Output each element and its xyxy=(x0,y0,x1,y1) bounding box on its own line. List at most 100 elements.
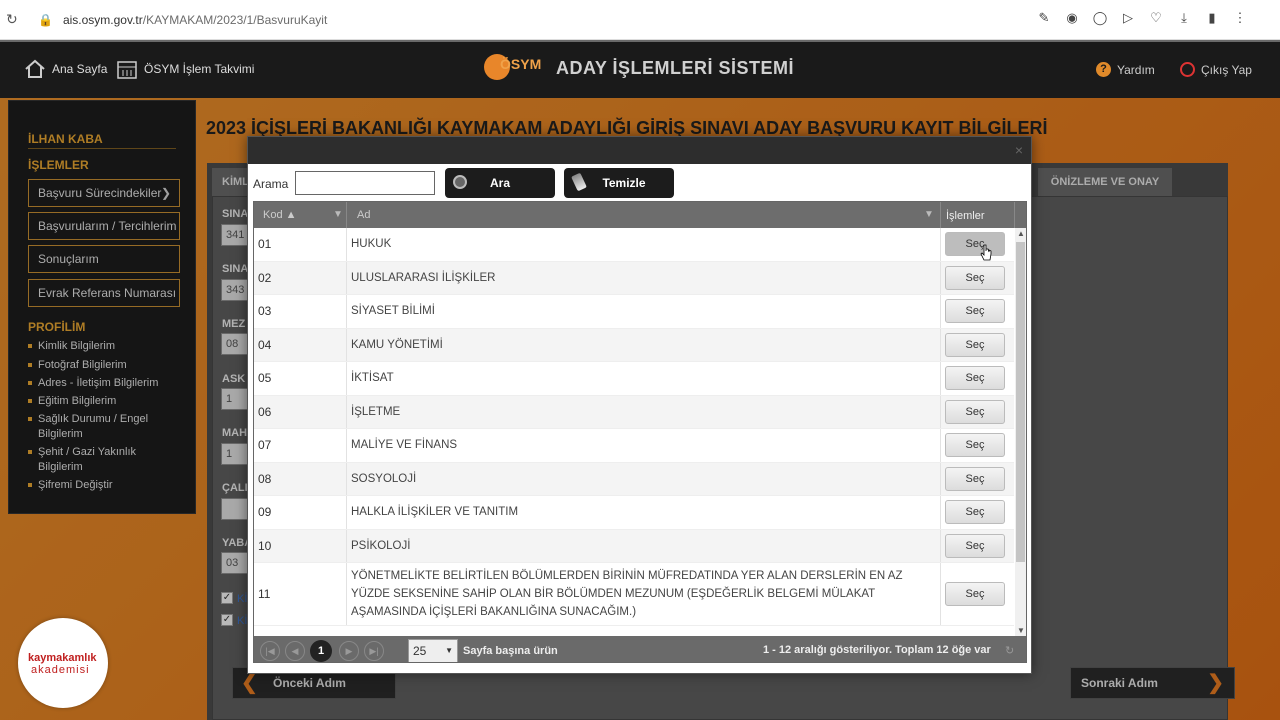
calendar-icon xyxy=(117,61,137,79)
close-icon[interactable]: × xyxy=(1015,142,1023,158)
scrollbar-thumb[interactable] xyxy=(1016,242,1025,562)
row-name: KAMU YÖNETİMİ xyxy=(351,338,443,351)
edit-icon[interactable]: ✎ xyxy=(1036,10,1052,26)
power-icon xyxy=(1180,62,1195,77)
row-code: 04 xyxy=(258,337,272,352)
filter-icon[interactable]: ▼ xyxy=(924,209,934,220)
column-islemler: İşlemler xyxy=(946,210,985,222)
table-row: 08 SOSYOLOJİ Seç xyxy=(254,462,1014,496)
column-ad[interactable]: Ad xyxy=(357,209,370,221)
dropdown-arrow-icon: ▼ xyxy=(445,646,453,655)
select-button[interactable]: Seç xyxy=(945,332,1005,357)
calendar-link[interactable]: ÖSYM İşlem Takvimi xyxy=(116,58,254,80)
row-code: 10 xyxy=(258,538,272,553)
row-name: SOSYOLOJİ xyxy=(351,472,417,485)
grid-header: Kod ▲ ▼ Ad ▼ İşlemler xyxy=(254,202,1026,228)
pager: |◀ ◀ 1 ▶ ▶| 25 ▼ Sayfa başına ürün 1 - 12… xyxy=(254,636,1026,662)
row-code: 01 xyxy=(258,237,272,252)
department-grid: Kod ▲ ▼ Ad ▼ İşlemler 01 HUKUK Seç 02 ULUSL… xyxy=(253,201,1027,663)
row-name: İŞLETME xyxy=(351,405,401,418)
table-row: 05 İKTİSAT Seç xyxy=(254,362,1014,396)
home-label: Ana Sayfa xyxy=(52,62,108,76)
select-button[interactable]: Seç xyxy=(945,582,1005,606)
row-name: SİYASET BİLİMİ xyxy=(351,305,435,318)
lock-icon[interactable]: 🔒 xyxy=(38,13,53,27)
prev-page-icon[interactable]: ◀ xyxy=(285,641,305,661)
search-label: Arama xyxy=(253,177,289,191)
table-row: 11 YÖNETMELİKTE BELİRTİLEN BÖLÜMLERDEN Bİ… xyxy=(254,563,1014,626)
app-title: ADAY İŞLEMLERİ SİSTEMİ xyxy=(556,58,795,78)
download-icon[interactable]: ⤓ xyxy=(1176,10,1192,26)
table-row: 07 MALİYE VE FİNANS Seç xyxy=(254,429,1014,463)
magnifier-icon xyxy=(453,175,467,189)
row-code: 09 xyxy=(258,505,272,520)
modal-titlebar: × xyxy=(248,137,1031,164)
column-kod[interactable]: Kod ▲ xyxy=(263,209,297,221)
menu-icon[interactable]: ⋮ xyxy=(1232,10,1248,26)
search-button[interactable]: Ara xyxy=(445,168,555,198)
row-code: 08 xyxy=(258,471,272,486)
row-code: 07 xyxy=(258,438,272,453)
row-name: YÖNETMELİKTE BELİRTİLEN BÖLÜMLERDEN BİRİ… xyxy=(351,570,903,618)
reload-icon[interactable]: ↻ xyxy=(6,11,24,28)
scroll-up-icon[interactable]: ▲ xyxy=(1017,229,1025,238)
select-button[interactable]: Seç xyxy=(945,366,1005,391)
shield-icon[interactable]: ◯ xyxy=(1092,10,1108,26)
logout-label: Çıkış Yap xyxy=(1201,62,1252,77)
home-link[interactable]: Ana Sayfa xyxy=(24,58,107,80)
department-select-modal: × Arama Ara Temizle Kod ▲ ▼ Ad ▼ İşlemle… xyxy=(247,136,1032,674)
calendar-label: ÖSYM İşlem Takvimi xyxy=(144,62,255,76)
watermark-line2: akademisi xyxy=(31,664,90,676)
select-button[interactable]: Seç xyxy=(945,399,1005,424)
search-input[interactable] xyxy=(295,171,435,195)
home-icon xyxy=(25,59,45,78)
last-page-icon[interactable]: ▶| xyxy=(364,641,384,661)
row-code: 02 xyxy=(258,270,272,285)
broom-icon xyxy=(571,172,587,192)
current-page[interactable]: 1 xyxy=(310,640,332,662)
row-code: 03 xyxy=(258,304,272,319)
url-text[interactable]: ais.osym.gov.tr/KAYMAKAM/2023/1/BasvuruK… xyxy=(63,13,327,27)
filter-icon[interactable]: ▼ xyxy=(333,209,343,220)
refresh-icon[interactable]: ↻ xyxy=(1005,644,1014,657)
help-icon: ? xyxy=(1096,62,1111,77)
row-name: İKTİSAT xyxy=(351,372,394,385)
row-name: MALİYE VE FİNANS xyxy=(351,439,458,452)
row-code: 06 xyxy=(258,404,272,419)
row-name: ULUSLARARASI İLİŞKİLER xyxy=(351,271,496,284)
select-button[interactable]: Seç xyxy=(945,299,1005,324)
table-row: 04 KAMU YÖNETİMİ Seç xyxy=(254,328,1014,362)
heart-icon[interactable]: ♡ xyxy=(1148,10,1164,26)
row-name: PSİKOLOJİ xyxy=(351,539,411,552)
logout-link[interactable]: Çıkış Yap xyxy=(1180,62,1252,77)
scroll-down-icon[interactable]: ▼ xyxy=(1017,626,1025,635)
osym-logo-text: ÖSYM xyxy=(500,56,542,72)
mouse-cursor-icon xyxy=(980,244,992,261)
row-code: 11 xyxy=(258,587,271,601)
table-row: 09 HALKLA İLİŞKİLER VE TANITIM Seç xyxy=(254,496,1014,530)
help-link[interactable]: ? Yardım xyxy=(1096,62,1155,77)
pager-info: 1 - 12 aralığı gösteriliyor. Toplam 12 ö… xyxy=(763,644,991,656)
first-page-icon[interactable]: |◀ xyxy=(260,641,280,661)
select-button[interactable]: Seç xyxy=(945,533,1005,558)
battery-icon[interactable]: ▮ xyxy=(1204,10,1220,26)
play-icon[interactable]: ▷ xyxy=(1120,10,1136,26)
next-page-icon[interactable]: ▶ xyxy=(339,641,359,661)
vertical-scrollbar[interactable]: ▲ ▼ xyxy=(1015,228,1026,636)
select-button[interactable]: Seç xyxy=(945,265,1005,290)
table-row: 01 HUKUK Seç xyxy=(254,228,1014,262)
page-size-label: Sayfa başına ürün xyxy=(463,645,558,657)
camera-icon[interactable]: ◉ xyxy=(1064,10,1080,26)
app-header: Ana Sayfa ÖSYM İşlem Takvimi ÖSYM ADAY İ… xyxy=(0,40,1280,98)
select-button[interactable]: Seç xyxy=(945,232,1005,257)
clear-button[interactable]: Temizle xyxy=(564,168,674,198)
select-button[interactable]: Seç xyxy=(945,433,1005,458)
row-code: 05 xyxy=(258,371,272,386)
sort-asc-icon: ▲ xyxy=(285,209,297,221)
help-label: Yardım xyxy=(1117,62,1155,77)
table-row: 10 PSİKOLOJİ Seç xyxy=(254,529,1014,563)
select-button[interactable]: Seç xyxy=(945,466,1005,491)
select-button[interactable]: Seç xyxy=(945,500,1005,525)
row-name: HUKUK xyxy=(351,238,392,251)
page-size-select[interactable]: 25 ▼ xyxy=(408,639,458,662)
